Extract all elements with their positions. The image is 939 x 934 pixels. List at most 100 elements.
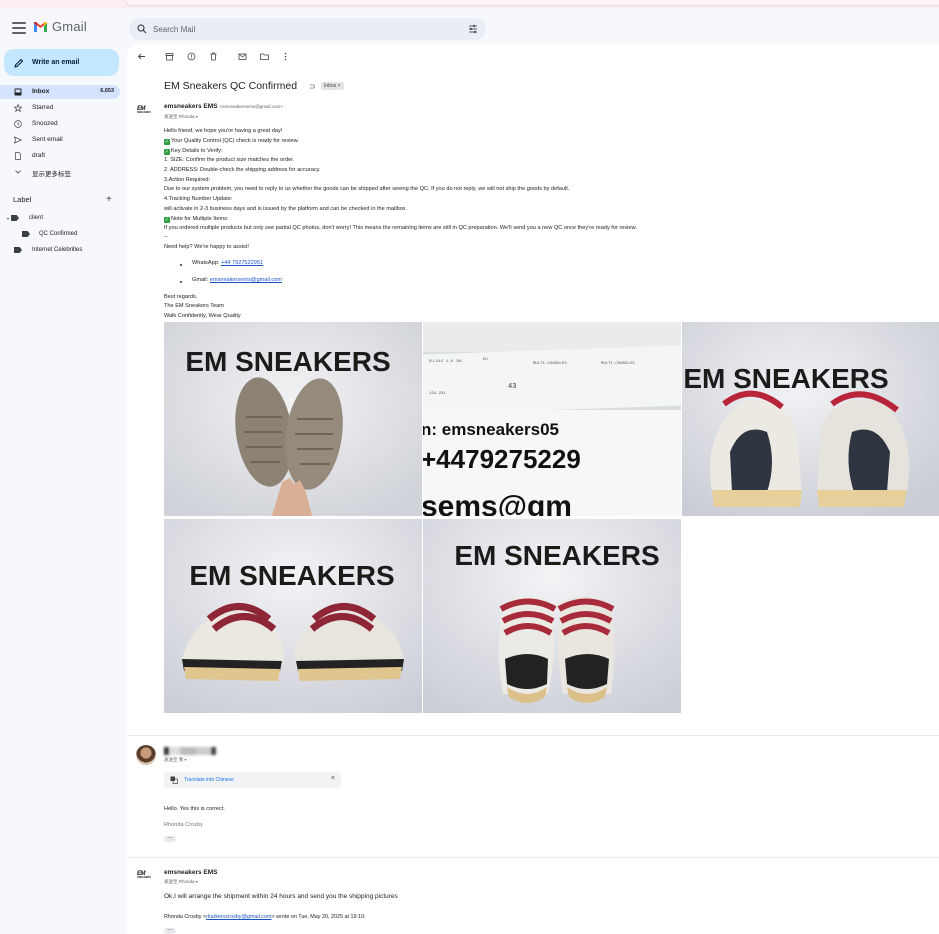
search-input[interactable]: Search Mail [153,25,195,34]
avatar-subtext: SNEAKERS [137,111,151,114]
quote-header: Rhonda Crosby <rkarkerscrosby@gmail.com>… [164,914,365,920]
close-icon[interactable]: × [331,775,335,782]
qc-photo-heels[interactable]: EM SNEAKERS [682,322,939,516]
importance-marker-icon[interactable]: ⊃ [309,82,316,91]
checkmark-icon: ✓ [164,149,170,155]
translate-link[interactable]: Translate into Chinese [184,777,234,783]
send-icon [14,136,22,144]
show-trimmed-content-button[interactable]: … [164,834,176,842]
sender-name-text: emsneakers EMS [164,103,218,110]
sidebar-item-snoozed[interactable]: Snoozed [0,117,120,131]
report-spam-icon[interactable] [187,52,196,61]
qc-photo-label[interactable]: EU-8LE 1-6 J0L EU 43 MULTI-CONSOLES MULTI-CO… [423,322,681,516]
search-bar[interactable]: Search Mail [129,18,486,40]
label-name: QC Confirmed [39,231,78,237]
recipient-text: 发送至 Rhonda [164,114,195,119]
photo-caption-phone: +4479275229 [423,444,581,474]
recipient-line[interactable]: 发送至 Rhonda ▾ [164,879,198,885]
body-text: Key Details to Verify: [171,148,223,154]
label-client[interactable]: ▾ client [7,212,43,224]
main-menu-button[interactable] [12,22,26,34]
recipient-line[interactable]: 发送至 Rhonda ▾ [164,114,198,120]
draft-icon [15,152,21,160]
whatsapp-link[interactable]: +44 7927522951 [221,260,263,266]
gmail-label: Gmail: [192,277,209,283]
compose-button[interactable]: Write an email [4,49,119,76]
photo-caption-email: sems@gm [423,490,572,516]
qc-photo-side[interactable]: EM SNEAKERS [164,519,422,713]
sidebar-item-label: 显示更多标签 [32,171,71,178]
whatsapp-line: WhatsApp: +44 7927522951 [192,260,263,266]
photo-caption: EM SNEAKERS [189,560,394,591]
sender-name[interactable]: emsneakers EMS [164,869,217,876]
body-line-address: 2. ADDRESS: Double-check the shipping ad… [164,167,321,173]
reply-body: Ok,I will arrange the shipment within 24… [164,893,398,900]
search-icon[interactable] [137,24,147,34]
translate-bar[interactable]: Translate into Chinese × [164,772,341,788]
archive-icon[interactable] [165,52,174,61]
label-size-text: 43 [508,383,516,391]
sidebar-item-label: Sent email [32,136,63,143]
sender-name-redacted[interactable] [164,747,216,755]
chevron-down-icon[interactable]: ▾ [185,757,187,762]
sidebar-item-starred[interactable]: Starred [0,101,120,115]
expand-arrow-icon[interactable]: ▾ [7,216,9,221]
svg-text:EU-8LE 1-6 J0L: EU-8LE 1-6 J0L [429,360,463,364]
label-name: client [29,215,44,221]
chevron-down-icon[interactable]: ▾ [196,879,198,884]
sender-avatar[interactable]: EM SNEAKERS [137,871,152,883]
sidebar-item-label: Inbox [32,88,50,95]
label-tag-icon [11,215,20,221]
sidebar-item-inbox[interactable]: Inbox 6,653 [0,85,120,99]
sender-avatar[interactable]: EM SNEAKERS [137,106,152,118]
sender-avatar[interactable] [136,745,156,765]
sidebar-item-sent[interactable]: Sent email [0,133,120,147]
back-arrow-icon[interactable] [137,52,146,61]
inbox-label-badge[interactable]: Inbox × [321,82,344,90]
mark-unread-icon[interactable] [238,52,247,61]
sidebar-item-more-labels[interactable]: 显示更多标签 [0,165,120,179]
browser-top-strip [0,0,939,8]
quote-suffix: > wrote on Tue, May 20, 2025 at 19:10: [271,914,366,920]
chevron-down-icon[interactable]: ▾ [196,114,198,119]
message-divider [128,857,939,858]
body-line-help: Need help? We're happy to assist! [164,244,249,250]
body-text: Note for Multiple Items: [171,216,229,222]
label-tag-icon [22,231,30,237]
search-filter-icon[interactable] [468,24,478,34]
body-line-multiple: ✓ Note for Multiple Items: [164,216,229,223]
svg-text:EU: EU [483,358,488,362]
body-line-dashes: -- [164,234,168,240]
move-to-icon[interactable] [260,52,269,61]
labels-header: Label [13,195,32,204]
body-line-action: 3.Action Required: [164,177,211,183]
gmail-line: Gmail: emsneakersems@gmail.com [192,277,282,283]
body-line-system: Due to our system problem, you need to r… [164,186,570,192]
delete-icon[interactable] [209,52,218,61]
label-internet-celebrities[interactable]: Internet Celebrities [14,244,82,256]
qc-photo-front[interactable]: EM SNEAKERS [423,519,681,713]
photo-caption: EM SNEAKERS [454,540,659,571]
body-line-key-details: ✓ Key Details to Verify: [164,148,223,155]
label-qc-confirmed[interactable]: QC Confirmed [22,228,77,240]
body-line-qc-ready: ✓ Your Quality Control (QC) check is read… [164,138,299,145]
gmail-logo-icon [34,21,47,32]
gmail-logo[interactable]: Gmail [33,19,87,34]
recipient-line[interactable]: 发送至 我 ▾ [164,757,187,763]
checkmark-icon: ✓ [164,217,170,223]
photo-caption: EM SNEAKERS [185,346,390,377]
body-line-size: 1. SIZE: Confirm the product size matche… [164,157,295,163]
sender-name[interactable]: emsneakers EMS <emsneakersems@gmail.com> [164,103,283,110]
more-options-icon[interactable] [281,52,290,61]
add-label-button[interactable]: + [106,194,112,205]
quote-email-link[interactable]: rkarkerscrosby@gmail.com [206,914,271,920]
translate-icon [170,776,178,784]
sign-tagline: Walk Confidently, Wear Quality [164,313,241,319]
gmail-link[interactable]: emsneakersems@gmail.com [210,277,282,283]
sidebar-item-draft[interactable]: draft [0,149,120,163]
sidebar-item-label: Starred [32,104,54,111]
sign-team: The EM Sneakers Team [164,303,224,309]
reply-signature: Rhonda Crosby [164,822,203,828]
show-trimmed-content-button[interactable]: … [164,926,176,934]
qc-photo-soles[interactable]: EM SNEAKERS [164,322,422,516]
